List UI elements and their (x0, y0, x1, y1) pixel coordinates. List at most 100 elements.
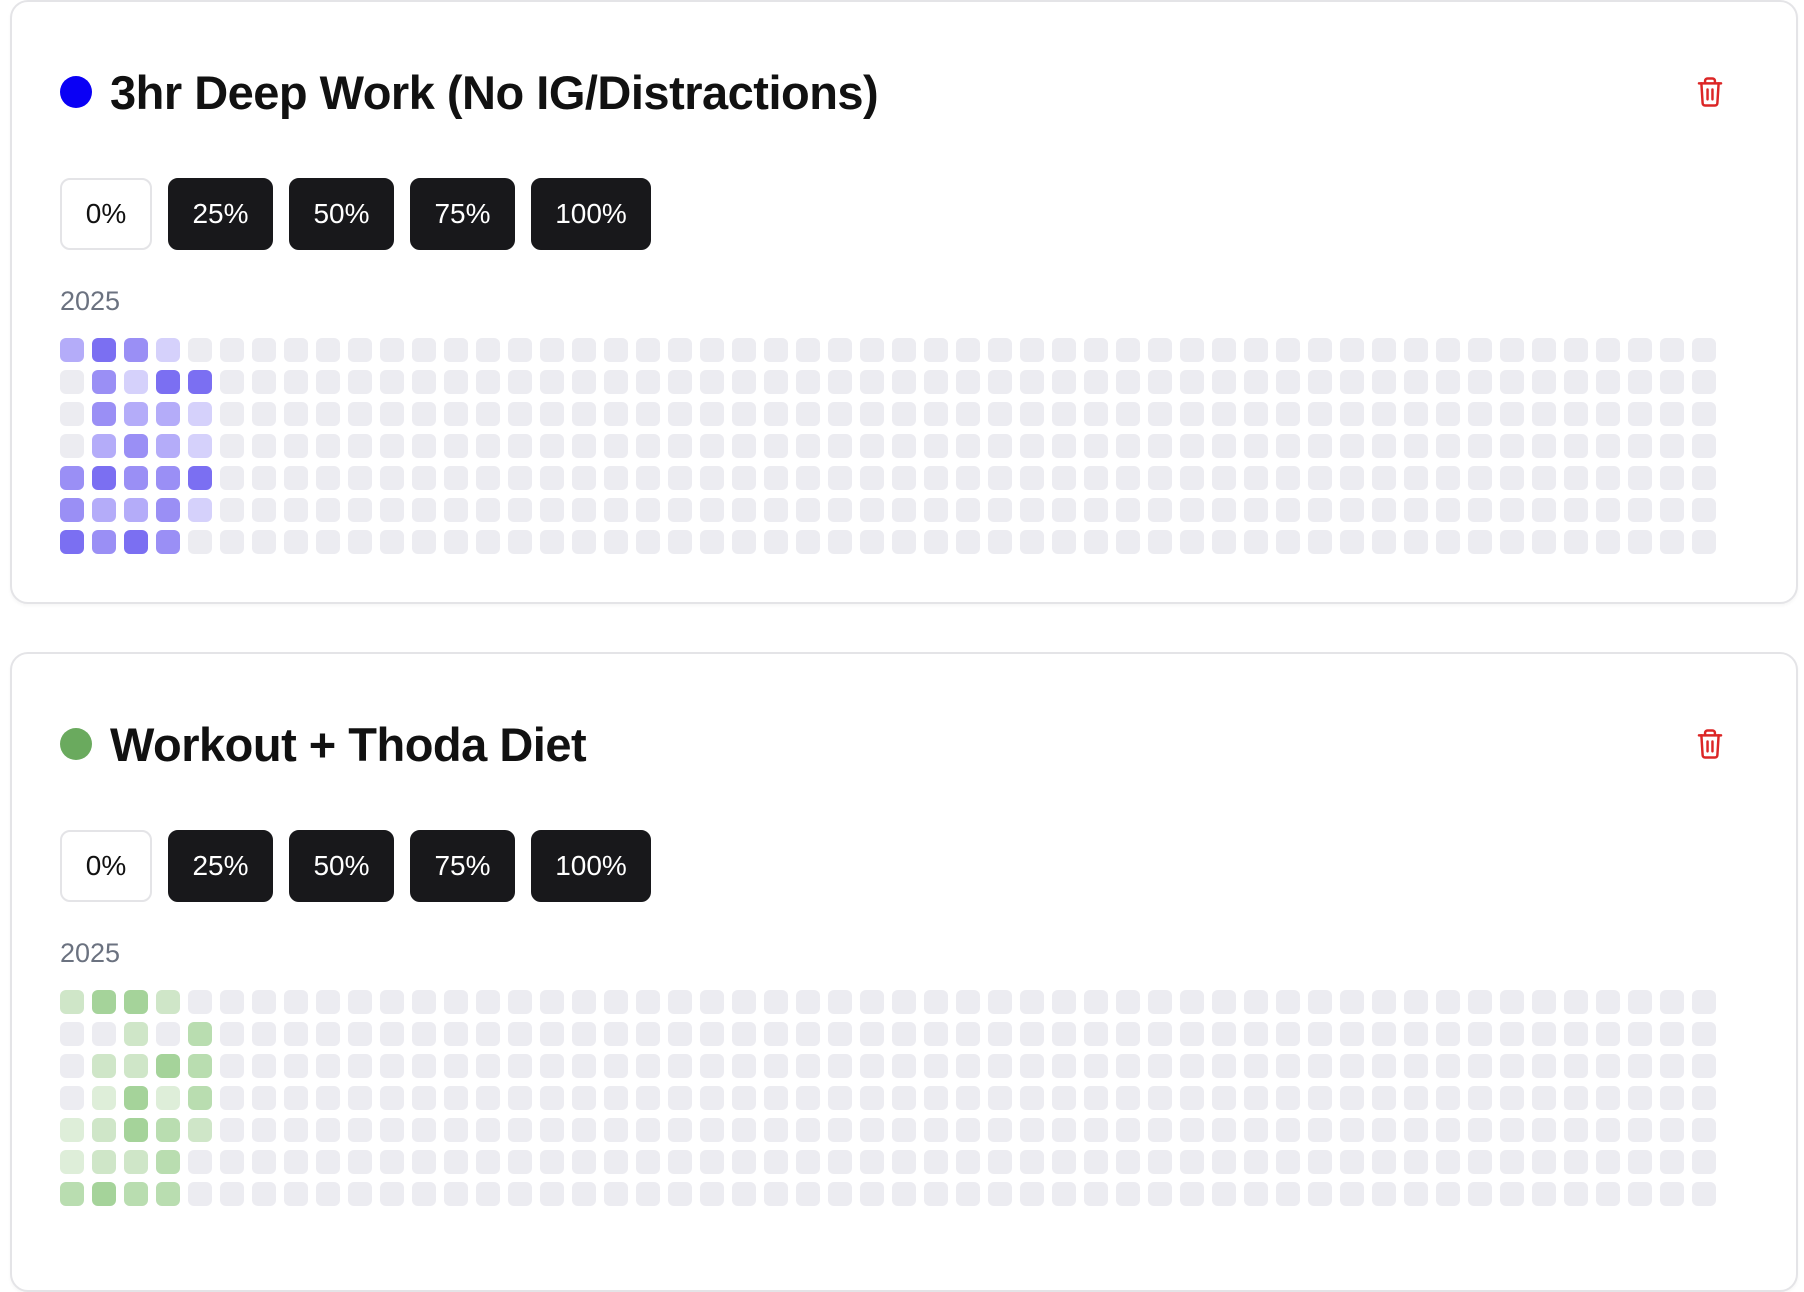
day-cell[interactable] (764, 1022, 788, 1046)
day-cell[interactable] (828, 1086, 852, 1110)
day-cell[interactable] (1212, 1054, 1236, 1078)
day-cell[interactable] (1084, 498, 1108, 522)
day-cell[interactable] (508, 1118, 532, 1142)
day-cell[interactable] (380, 402, 404, 426)
day-cell[interactable] (124, 370, 148, 394)
day-cell[interactable] (508, 530, 532, 554)
day-cell[interactable] (284, 498, 308, 522)
day-cell[interactable] (1212, 498, 1236, 522)
day-cell[interactable] (860, 1150, 884, 1174)
day-cell[interactable] (604, 434, 628, 458)
day-cell[interactable] (1436, 1182, 1460, 1206)
day-cell[interactable] (508, 402, 532, 426)
day-cell[interactable] (1308, 370, 1332, 394)
day-cell[interactable] (252, 338, 276, 362)
day-cell[interactable] (924, 370, 948, 394)
day-cell[interactable] (380, 1150, 404, 1174)
day-cell[interactable] (700, 466, 724, 490)
day-cell[interactable] (1372, 402, 1396, 426)
day-cell[interactable] (924, 1022, 948, 1046)
day-cell[interactable] (156, 370, 180, 394)
day-cell[interactable] (60, 1054, 84, 1078)
day-cell[interactable] (860, 498, 884, 522)
day-cell[interactable] (1276, 1182, 1300, 1206)
day-cell[interactable] (508, 1054, 532, 1078)
day-cell[interactable] (1404, 338, 1428, 362)
day-cell[interactable] (732, 990, 756, 1014)
day-cell[interactable] (1148, 530, 1172, 554)
day-cell[interactable] (188, 1054, 212, 1078)
day-cell[interactable] (732, 530, 756, 554)
day-cell[interactable] (1148, 1022, 1172, 1046)
day-cell[interactable] (1692, 1054, 1716, 1078)
day-cell[interactable] (636, 1118, 660, 1142)
day-cell[interactable] (1148, 990, 1172, 1014)
day-cell[interactable] (188, 466, 212, 490)
day-cell[interactable] (892, 1022, 916, 1046)
day-cell[interactable] (124, 1086, 148, 1110)
day-cell[interactable] (924, 434, 948, 458)
day-cell[interactable] (1564, 530, 1588, 554)
day-cell[interactable] (668, 338, 692, 362)
day-cell[interactable] (92, 498, 116, 522)
day-cell[interactable] (540, 402, 564, 426)
day-cell[interactable] (124, 466, 148, 490)
day-cell[interactable] (92, 1022, 116, 1046)
day-cell[interactable] (220, 402, 244, 426)
day-cell[interactable] (668, 434, 692, 458)
day-cell[interactable] (380, 338, 404, 362)
day-cell[interactable] (444, 466, 468, 490)
day-cell[interactable] (1116, 370, 1140, 394)
day-cell[interactable] (1404, 1022, 1428, 1046)
day-cell[interactable] (892, 1150, 916, 1174)
day-cell[interactable] (1340, 1182, 1364, 1206)
day-cell[interactable] (924, 498, 948, 522)
day-cell[interactable] (636, 1150, 660, 1174)
day-cell[interactable] (796, 370, 820, 394)
day-cell[interactable] (252, 402, 276, 426)
day-cell[interactable] (796, 1086, 820, 1110)
day-cell[interactable] (1468, 402, 1492, 426)
day-cell[interactable] (1052, 1022, 1076, 1046)
day-cell[interactable] (700, 1086, 724, 1110)
day-cell[interactable] (1628, 466, 1652, 490)
day-cell[interactable] (508, 466, 532, 490)
day-cell[interactable] (1404, 1118, 1428, 1142)
day-cell[interactable] (572, 466, 596, 490)
day-cell[interactable] (476, 402, 500, 426)
day-cell[interactable] (1596, 466, 1620, 490)
day-cell[interactable] (412, 1022, 436, 1046)
day-cell[interactable] (1564, 498, 1588, 522)
day-cell[interactable] (796, 1150, 820, 1174)
delete-habit-button[interactable] (1692, 74, 1728, 110)
day-cell[interactable] (1404, 402, 1428, 426)
day-cell[interactable] (1596, 1182, 1620, 1206)
day-cell[interactable] (988, 370, 1012, 394)
day-cell[interactable] (732, 1182, 756, 1206)
day-cell[interactable] (1596, 990, 1620, 1014)
day-cell[interactable] (860, 990, 884, 1014)
day-cell[interactable] (412, 434, 436, 458)
day-cell[interactable] (1436, 1150, 1460, 1174)
day-cell[interactable] (316, 530, 340, 554)
day-cell[interactable] (348, 1150, 372, 1174)
day-cell[interactable] (604, 1054, 628, 1078)
day-cell[interactable] (380, 434, 404, 458)
day-cell[interactable] (1340, 1022, 1364, 1046)
day-cell[interactable] (1532, 370, 1556, 394)
day-cell[interactable] (476, 990, 500, 1014)
day-cell[interactable] (1628, 1086, 1652, 1110)
day-cell[interactable] (220, 370, 244, 394)
day-cell[interactable] (476, 530, 500, 554)
day-cell[interactable] (1244, 990, 1268, 1014)
day-cell[interactable] (860, 370, 884, 394)
day-cell[interactable] (796, 1182, 820, 1206)
day-cell[interactable] (1052, 402, 1076, 426)
day-cell[interactable] (188, 1086, 212, 1110)
day-cell[interactable] (572, 1086, 596, 1110)
day-cell[interactable] (1084, 434, 1108, 458)
day-cell[interactable] (1276, 990, 1300, 1014)
day-cell[interactable] (988, 466, 1012, 490)
day-cell[interactable] (1500, 1022, 1524, 1046)
day-cell[interactable] (572, 434, 596, 458)
